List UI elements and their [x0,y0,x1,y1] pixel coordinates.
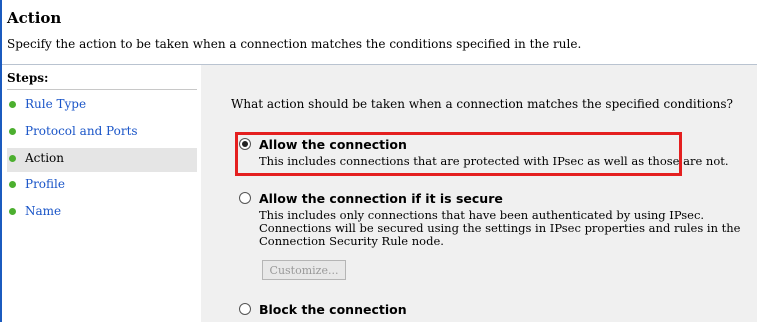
page-subtitle: Specify the action to be taken when a co… [7,37,582,51]
step-name[interactable]: Name [7,201,197,225]
customize-button[interactable]: Customize... [262,260,346,280]
steps-divider [7,89,197,90]
radio-block-connection[interactable] [239,303,251,315]
bullet-icon [9,155,16,162]
steps-sidebar: Steps: Rule Type Protocol and Ports Acti… [2,65,201,322]
option-title: Allow the connection if it is secure [259,191,503,206]
step-rule-type[interactable]: Rule Type [7,94,197,118]
option-description: This includes only connections that have… [259,208,741,248]
option-title: Allow the connection [259,137,407,152]
bullet-icon [9,208,16,215]
step-profile[interactable]: Profile [7,174,197,198]
page-title: Action [7,9,62,27]
bullet-icon [9,128,16,135]
action-panel: What action should be taken when a conne… [201,65,757,322]
option-title: Block the connection [259,302,407,317]
step-label: Profile [25,177,65,191]
step-action[interactable]: Action [7,148,197,172]
radio-allow-connection[interactable] [239,138,251,150]
option-description: This includes connections that are prote… [259,154,729,168]
step-label: Action [25,151,64,165]
wizard-header: Action Specify the action to be taken wh… [2,0,757,65]
radio-allow-if-secure[interactable] [239,192,251,204]
step-label: Name [25,204,62,218]
action-question: What action should be taken when a conne… [231,97,733,111]
steps-title: Steps: [7,71,49,85]
step-label: Protocol and Ports [25,124,138,138]
step-protocol-and-ports[interactable]: Protocol and Ports [7,121,197,145]
bullet-icon [9,181,16,188]
bullet-icon [9,101,16,108]
step-label: Rule Type [25,97,87,111]
radio-selected-dot [242,141,248,147]
